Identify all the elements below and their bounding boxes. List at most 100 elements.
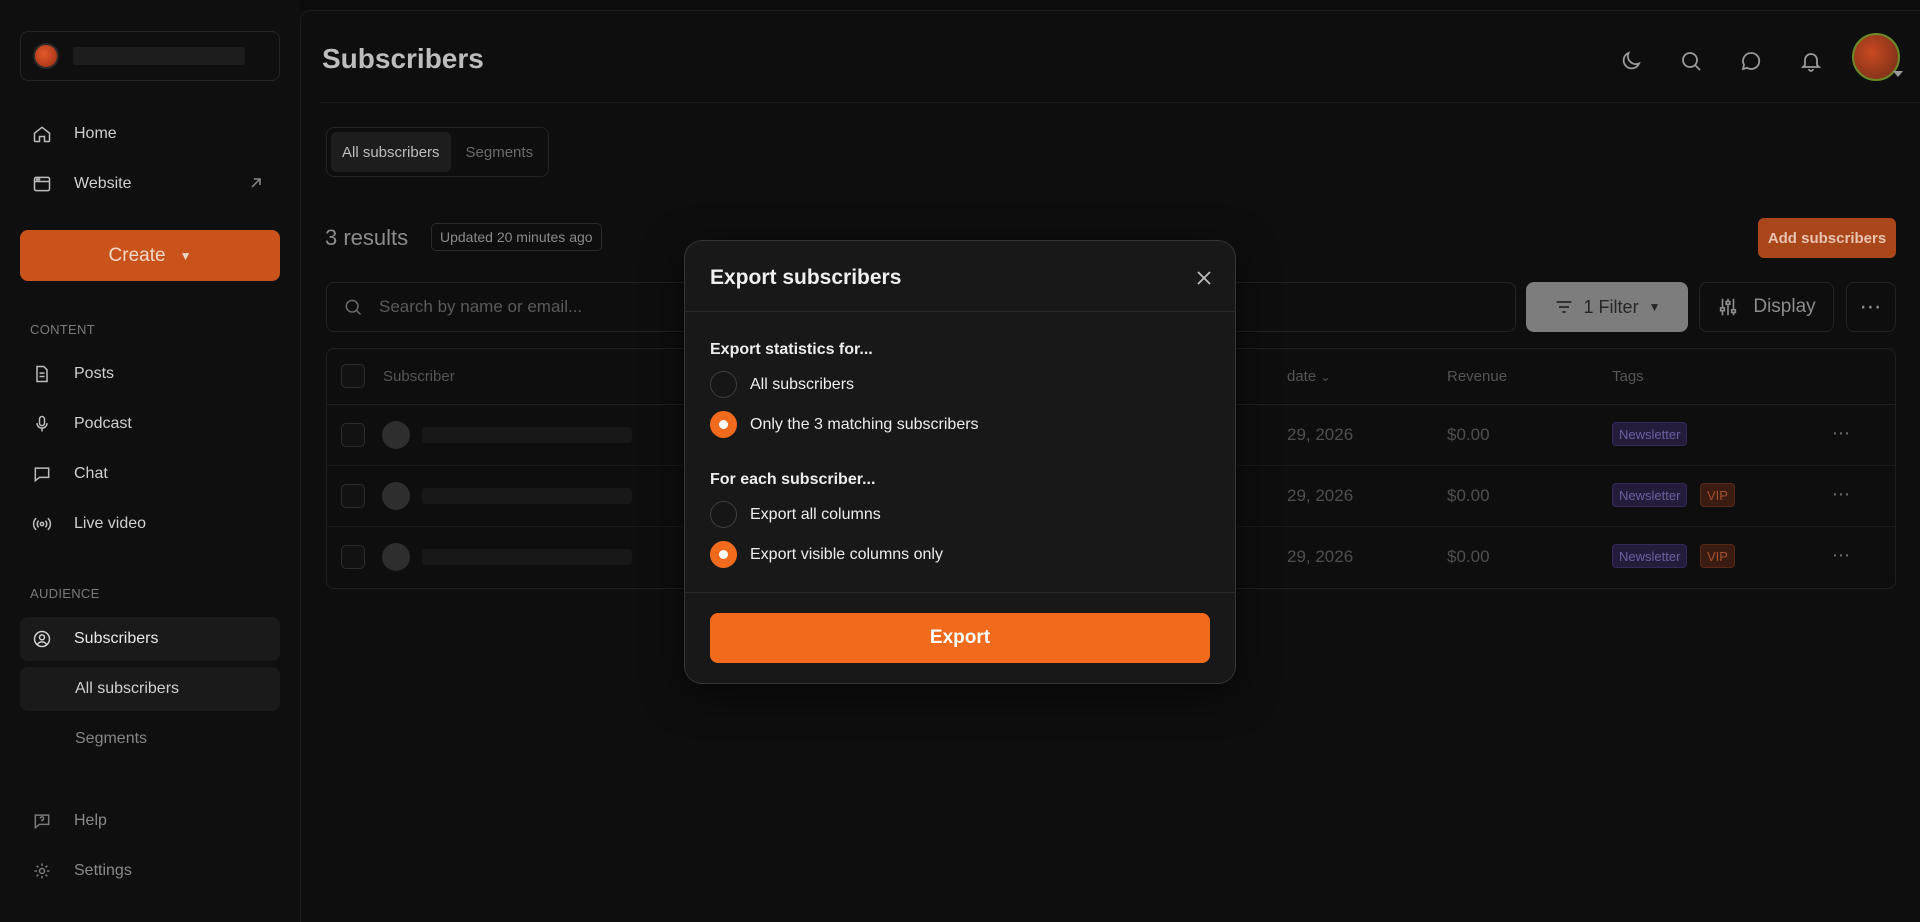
microphone-icon: [32, 414, 52, 434]
home-icon: [32, 124, 52, 144]
row-more-button[interactable]: ⋯: [1832, 484, 1851, 505]
sidebar-item-label: Website: [74, 175, 132, 192]
moon-icon: [1622, 51, 1641, 70]
radio-button[interactable]: [710, 501, 737, 528]
user-circle-icon: [32, 629, 52, 649]
publication-logo: [33, 43, 59, 69]
messages-button[interactable]: [1731, 41, 1771, 81]
header-divider: [321, 102, 1920, 103]
sidebar-item-label: Live video: [74, 515, 147, 532]
column-header-revenue[interactable]: Revenue: [1447, 368, 1507, 385]
row-checkbox[interactable]: [341, 545, 365, 569]
sidebar-item-website[interactable]: Website: [20, 162, 280, 206]
sidebar-item-label: Subscribers: [74, 630, 159, 647]
row-date: 29, 2026: [1287, 547, 1354, 566]
avatar: [382, 543, 410, 571]
radio-label: Only the 3 matching subscribers: [750, 415, 979, 433]
column-header-tags[interactable]: Tags: [1612, 368, 1644, 385]
avatar: [382, 482, 410, 510]
notifications-button[interactable]: [1791, 41, 1831, 81]
radio-matching-subscribers[interactable]: Only the 3 matching subscribers: [710, 411, 979, 438]
search-icon: [345, 299, 362, 316]
browser-icon: [32, 174, 52, 194]
chat-icon: [32, 464, 52, 484]
sidebar-item-home[interactable]: Home: [20, 112, 280, 156]
sidebar-item-posts[interactable]: Posts: [20, 352, 280, 396]
chat-bubble-icon: [1741, 52, 1761, 71]
row-revenue: $0.00: [1447, 486, 1490, 505]
row-more-button[interactable]: ⋯: [1832, 423, 1851, 444]
sidebar-item-live-video[interactable]: Live video: [20, 502, 280, 546]
radio-export-all-columns[interactable]: Export all columns: [710, 501, 881, 528]
radio-label: Export visible columns only: [750, 545, 943, 563]
display-button[interactable]: Display: [1699, 282, 1834, 332]
sidebar-item-label: Posts: [74, 365, 115, 382]
sidebar-item-chat[interactable]: Chat: [20, 452, 280, 496]
view-tabs: All subscribers Segments: [326, 127, 550, 177]
document-icon: [32, 364, 52, 384]
radio-button-selected[interactable]: [710, 411, 737, 438]
caret-down-icon: [1893, 71, 1903, 77]
radio-label: All subscribers: [750, 375, 855, 393]
tag-vip: VIP: [1700, 544, 1735, 568]
theme-toggle-button[interactable]: [1611, 41, 1651, 81]
avatar: [382, 421, 410, 449]
row-date: 29, 2026: [1287, 425, 1354, 444]
display-label: Display: [1753, 296, 1816, 317]
updated-badge: Updated 20 minutes ago: [431, 223, 602, 251]
app-root: Home Website Create ▼ CONTENT Posts Podc…: [0, 0, 1920, 922]
subscriber-name-redacted: [422, 549, 632, 565]
sidebar-item-label: Podcast: [74, 415, 132, 432]
sidebar-subitem-all-subscribers[interactable]: All subscribers: [20, 667, 280, 711]
sidebar-item-label: Settings: [74, 862, 132, 879]
tag-newsletter: Newsletter: [1612, 422, 1688, 446]
close-button[interactable]: [1191, 265, 1217, 291]
row-revenue: $0.00: [1447, 425, 1490, 444]
close-icon: [1197, 271, 1211, 285]
row-checkbox[interactable]: [341, 423, 365, 447]
tab-all-subscribers[interactable]: All subscribers: [331, 132, 451, 172]
header-actions: [1611, 41, 1851, 81]
filter-button[interactable]: 1 Filter ▼: [1526, 282, 1688, 332]
add-subscribers-button[interactable]: Add subscribers: [1758, 218, 1896, 258]
more-options-button[interactable]: ⋯: [1846, 282, 1896, 332]
section-label-content: CONTENT: [30, 322, 95, 337]
radio-button-selected[interactable]: [710, 541, 737, 568]
tab-segments[interactable]: Segments: [455, 132, 545, 172]
bell-icon: [1800, 53, 1822, 72]
sidebar-item-settings[interactable]: Settings: [20, 849, 280, 893]
row-more-button[interactable]: ⋯: [1832, 545, 1851, 566]
sidebar-item-subscribers[interactable]: Subscribers: [20, 617, 280, 661]
row-revenue: $0.00: [1447, 547, 1490, 566]
radio-export-visible-columns[interactable]: Export visible columns only: [710, 541, 943, 568]
gear-icon: [32, 861, 52, 881]
modal-divider: [685, 592, 1235, 593]
row-checkbox[interactable]: [341, 484, 365, 508]
create-label: Create: [108, 244, 166, 266]
page-title: Subscribers: [322, 43, 484, 74]
radio-button[interactable]: [710, 371, 737, 398]
section-label-audience: AUDIENCE: [30, 586, 100, 601]
column-header-date-label: date: [1287, 368, 1317, 385]
sidebar-subitem-segments[interactable]: Segments: [20, 717, 280, 761]
caret-down-icon: ▼: [179, 248, 192, 263]
export-button[interactable]: Export: [710, 613, 1210, 663]
search-icon: [1682, 52, 1701, 71]
account-switcher[interactable]: [20, 31, 280, 81]
radio-all-subscribers[interactable]: All subscribers: [710, 371, 854, 398]
column-header-date[interactable]: date ⌄: [1287, 368, 1330, 385]
subscriber-name-redacted: [422, 488, 632, 504]
export-subscribers-modal: Export subscribers Export statistics for…: [684, 240, 1236, 684]
column-header-subscriber[interactable]: Subscriber: [383, 368, 455, 385]
sidebar-item-help[interactable]: Help: [20, 799, 280, 843]
select-all-checkbox[interactable]: [341, 364, 365, 388]
sliders-icon: [1720, 298, 1737, 316]
row-date: 29, 2026: [1287, 486, 1354, 505]
sidebar-item-podcast[interactable]: Podcast: [20, 402, 280, 446]
create-button[interactable]: Create ▼: [20, 230, 280, 281]
export-statistics-label: Export statistics for...: [710, 341, 873, 358]
filter-icon: [1556, 301, 1572, 313]
search-button[interactable]: [1671, 41, 1711, 81]
sidebar-item-label: Home: [74, 125, 117, 142]
tag-vip: VIP: [1700, 483, 1735, 507]
